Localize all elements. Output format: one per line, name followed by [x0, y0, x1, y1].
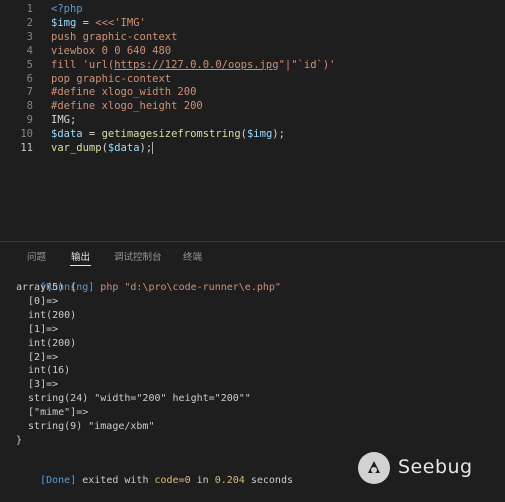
- code-text: fill 'url(https://127.0.0.0/oops.jpg"|"`…: [51, 58, 336, 72]
- tab-debug-console[interactable]: 调试控制台: [114, 249, 162, 263]
- code-token: );: [139, 142, 153, 154]
- code-text: <?php: [51, 2, 83, 16]
- line-number: 2: [26, 16, 33, 29]
- active-tab-indicator: [70, 265, 91, 266]
- line-number: 9: [26, 114, 33, 127]
- output-line: [3]=>: [16, 379, 59, 391]
- output-line: [1]=>: [16, 323, 59, 335]
- code-token: IMG;: [51, 114, 77, 127]
- code-token: pop graphic-context: [51, 72, 172, 85]
- tab-problems[interactable]: 问题: [27, 249, 46, 263]
- code-token: fill 'url(: [51, 58, 115, 71]
- tab-terminal[interactable]: 终端: [183, 249, 202, 263]
- code-token: getimagesizefromstring: [101, 128, 241, 141]
- line-number: 7: [26, 86, 33, 99]
- code-text: #define xlogo_height 200: [51, 99, 203, 113]
- code-token: );: [272, 128, 285, 141]
- output-line: string(9) "image/xbm": [16, 421, 155, 432]
- code-token: $data: [107, 142, 140, 154]
- output-line: [0]=>: [16, 295, 59, 307]
- code-token: var_dump: [51, 142, 102, 154]
- code-token: =: [82, 128, 102, 141]
- code-token: push graphic-context: [51, 30, 178, 43]
- code-text: #define xlogo_width 200: [51, 85, 196, 99]
- done-seconds: seconds: [244, 475, 293, 486]
- code-text: IMG;: [51, 113, 76, 127]
- code-text: push graphic-context: [51, 30, 177, 44]
- output-line: int(200): [16, 309, 77, 321]
- line-number: 3: [26, 30, 33, 43]
- line-number: 8: [26, 100, 33, 113]
- code-text: var_dump($data);: [51, 141, 154, 155]
- seebug-brand: Seebug: [398, 456, 473, 478]
- done-text: exited with: [76, 475, 155, 486]
- code-token: https://127.0.0.0/oops.jpg: [114, 58, 279, 71]
- running-line: [Running] php "d:\pro\code-runner\e.php": [16, 267, 281, 293]
- elapsed-time: 0.204: [214, 475, 245, 486]
- code-token: $data: [51, 128, 83, 141]
- line-number: 1: [26, 3, 33, 15]
- code-token: viewbox 0 0 640 480: [51, 44, 172, 57]
- code-token: $img: [51, 16, 77, 29]
- line-number: 5: [26, 58, 33, 71]
- code-token: =: [76, 16, 96, 29]
- done-in: in: [190, 475, 215, 486]
- output-line: string(24) "width="200" height="200"": [16, 393, 251, 405]
- code-token: "|"`id`)': [278, 58, 336, 71]
- output-line: [2]=>: [16, 351, 59, 363]
- text-cursor: [152, 142, 154, 154]
- output-line: int(16): [16, 365, 71, 377]
- line-number: 4: [26, 44, 33, 57]
- tab-output[interactable]: 输出: [71, 249, 90, 263]
- done-line: [Done] exited with code=0 in 0.204 secon…: [16, 460, 293, 486]
- seebug-watermark: Seebug: [358, 452, 488, 492]
- output-line: ["mime"]=>: [16, 407, 89, 419]
- output-line: int(200): [16, 337, 77, 349]
- line-number: 11: [20, 142, 33, 154]
- code-text: pop graphic-context: [51, 72, 171, 86]
- code-text: $img = <<<'IMG': [51, 16, 146, 30]
- done-tag: [Done]: [40, 475, 77, 486]
- code-text: $data = getimagesizefromstring($img);: [51, 127, 285, 141]
- code-token: $img: [246, 128, 273, 141]
- code-token: #define xlogo_height 200: [51, 100, 203, 113]
- code-token: <<<'IMG': [95, 16, 146, 29]
- code-text: viewbox 0 0 640 480: [51, 44, 171, 58]
- code-editor[interactable]: 1 <?php 2 $img = <<<'IMG' 3 push graphic-cont…: [0, 0, 505, 241]
- panel-tabs: 问题 输出 调试控制台 终端: [0, 242, 505, 268]
- exit-code: code=0: [154, 475, 191, 486]
- line-number: 6: [26, 72, 33, 85]
- code-token: <?php: [51, 3, 83, 15]
- code-token: #define xlogo_width 200: [51, 86, 197, 99]
- output-line: }: [16, 434, 23, 446]
- running-command: php "d:\pro\code-runner\e.php": [94, 282, 281, 293]
- line-number: 10: [20, 128, 33, 141]
- seebug-logo-icon: [358, 452, 390, 484]
- output-line: array(5) {: [16, 282, 77, 293]
